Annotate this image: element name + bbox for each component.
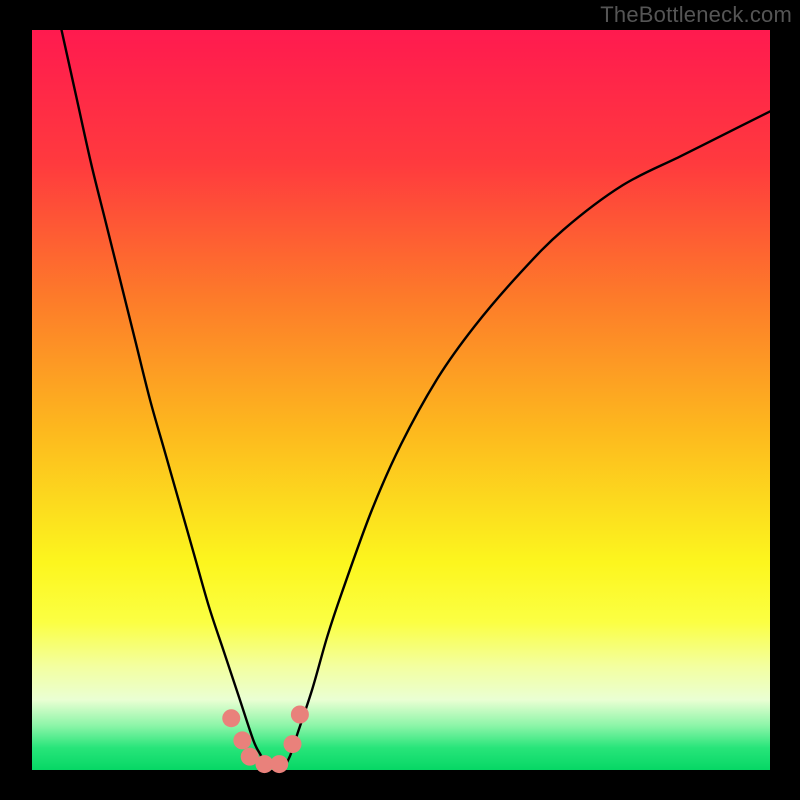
plot-background: [32, 30, 770, 770]
data-marker: [284, 735, 302, 753]
bottleneck-chart: [0, 0, 800, 800]
data-marker: [270, 755, 288, 773]
data-marker: [233, 731, 251, 749]
data-marker: [291, 706, 309, 724]
data-marker: [222, 709, 240, 727]
watermark-text: TheBottleneck.com: [600, 2, 792, 28]
chart-frame: TheBottleneck.com: [0, 0, 800, 800]
